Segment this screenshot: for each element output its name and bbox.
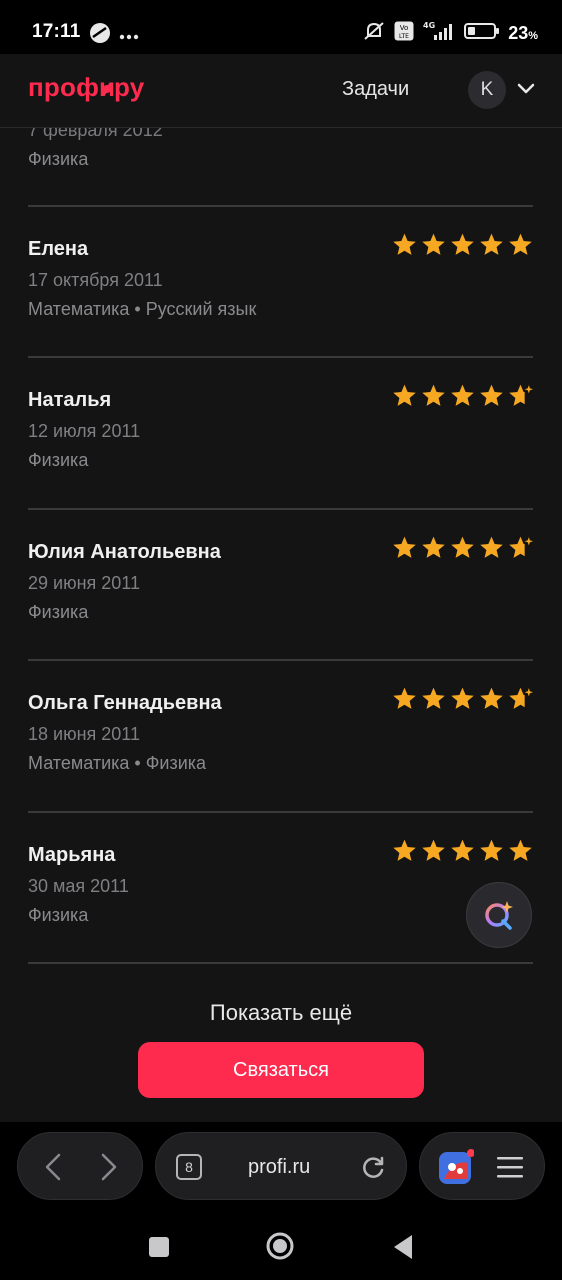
star-full-icon: [392, 686, 417, 711]
star-full-icon: [392, 838, 417, 863]
divider: [28, 962, 533, 964]
review-date: 29 июня 2011: [28, 573, 140, 593]
divider: [28, 205, 533, 207]
avatar[interactable]: K: [468, 71, 506, 109]
url-text[interactable]: profi.ru: [248, 1156, 310, 1179]
status-right-icons: Vo LTE 4G 23%: [362, 20, 538, 47]
review-date: 7 февраля 2012: [28, 128, 163, 140]
review-subjects: Физика: [28, 602, 89, 622]
rating-stars: [392, 383, 533, 408]
status-left-icons: [89, 22, 139, 49]
browser-menu-group: [419, 1132, 545, 1200]
review-item: Ольга Геннадьевна 18 июня 2011 Математик…: [28, 687, 533, 802]
list-item: 7 февраля 2012 Физика: [28, 128, 163, 170]
browser-nav-group: [17, 1132, 143, 1200]
star-full-icon: [479, 232, 504, 257]
review-item: Юлия Анатольевна 29 июня 2011 Физика: [28, 536, 533, 651]
signal-icon: 4G: [422, 20, 456, 47]
review-date: 30 мая 2011: [28, 876, 129, 896]
rating-stars: [392, 838, 533, 863]
forward-icon[interactable]: [96, 1153, 120, 1186]
chevron-down-icon[interactable]: [517, 82, 535, 100]
battery-percent: 23%: [508, 23, 538, 43]
status-time: 17:11: [32, 21, 81, 42]
star-full-icon: [421, 383, 446, 408]
svg-text:Vo: Vo: [400, 24, 409, 32]
contact-button[interactable]: Связаться: [138, 1042, 424, 1098]
back-nav-icon[interactable]: [392, 1234, 414, 1265]
address-bar[interactable]: 8 profi.ru: [155, 1132, 407, 1200]
battery-icon: [464, 22, 500, 45]
review-subjects: Математика • Русский язык: [28, 299, 257, 319]
ai-search-icon: [485, 901, 513, 930]
recents-icon[interactable]: [148, 1236, 170, 1263]
home-icon[interactable]: [265, 1231, 295, 1266]
game-app-icon[interactable]: [438, 1149, 475, 1190]
star-full-icon: [421, 232, 446, 257]
back-icon[interactable]: [42, 1153, 66, 1186]
tab-count-icon[interactable]: 8: [176, 1154, 202, 1180]
rating-stars: [392, 686, 533, 711]
star-full-icon: [508, 838, 533, 863]
system-navigation-bar: [0, 1218, 562, 1280]
review-date: 18 июня 2011: [28, 724, 140, 744]
reload-icon[interactable]: [360, 1155, 386, 1186]
review-subjects: Физика: [28, 149, 89, 169]
star-full-icon: [450, 383, 475, 408]
star-full-icon: [450, 232, 475, 257]
mute-alarm-icon: [362, 20, 386, 47]
star-full-icon: [508, 232, 533, 257]
star-full-icon: [479, 535, 504, 560]
star-full-icon: [450, 838, 475, 863]
star-half-icon: [508, 535, 533, 560]
review-item: Марьяна 30 мая 2011 Физика: [28, 839, 533, 954]
divider: [28, 659, 533, 661]
svg-text:LTE: LTE: [399, 33, 409, 40]
menu-icon[interactable]: [496, 1155, 524, 1184]
app-header: профи ру Задачи K: [0, 54, 562, 128]
review-item: Наталья 12 июля 2011 Физика: [28, 384, 533, 499]
review-item: Елена 17 октября 2011 Математика • Русск…: [28, 233, 533, 348]
svg-text:ру: ру: [114, 72, 145, 102]
ai-assistant-button[interactable]: [466, 882, 532, 948]
more-notifications-icon: [119, 27, 139, 45]
review-subjects: Математика • Физика: [28, 753, 207, 773]
review-date: 17 октября 2011: [28, 270, 163, 290]
divider: [28, 356, 533, 358]
divider: [28, 811, 533, 813]
star-half-icon: [508, 686, 533, 711]
show-more-link[interactable]: Показать ещё: [0, 1000, 562, 1026]
divider: [28, 508, 533, 510]
review-date: 12 июля 2011: [28, 421, 141, 441]
review-subjects: Физика: [28, 450, 89, 470]
star-full-icon: [392, 232, 417, 257]
review-subjects: Физика: [28, 905, 89, 925]
svg-text:профи: профи: [28, 72, 115, 102]
star-full-icon: [479, 383, 504, 408]
profi-logo[interactable]: профи ру: [28, 72, 168, 111]
svg-text:4G: 4G: [423, 21, 435, 30]
star-full-icon: [479, 838, 504, 863]
reviews-list: 7 февраля 2012 Физика Елена 17 октября 2…: [0, 128, 562, 1122]
star-full-icon: [421, 686, 446, 711]
rating-stars: [392, 232, 533, 257]
status-bar: 17:11 Vo LTE 4G 23%: [0, 0, 562, 60]
star-full-icon: [450, 686, 475, 711]
app-notification-icon: [89, 22, 111, 49]
star-full-icon: [421, 535, 446, 560]
star-full-icon: [392, 535, 417, 560]
nav-tasks-link[interactable]: Задачи: [342, 78, 409, 101]
star-full-icon: [421, 838, 446, 863]
star-full-icon: [392, 383, 417, 408]
star-half-icon: [508, 383, 533, 408]
star-full-icon: [479, 686, 504, 711]
rating-stars: [392, 535, 533, 560]
star-full-icon: [450, 535, 475, 560]
browser-toolbar: 8 profi.ru: [0, 1122, 562, 1218]
volte-icon: Vo LTE: [394, 21, 414, 46]
